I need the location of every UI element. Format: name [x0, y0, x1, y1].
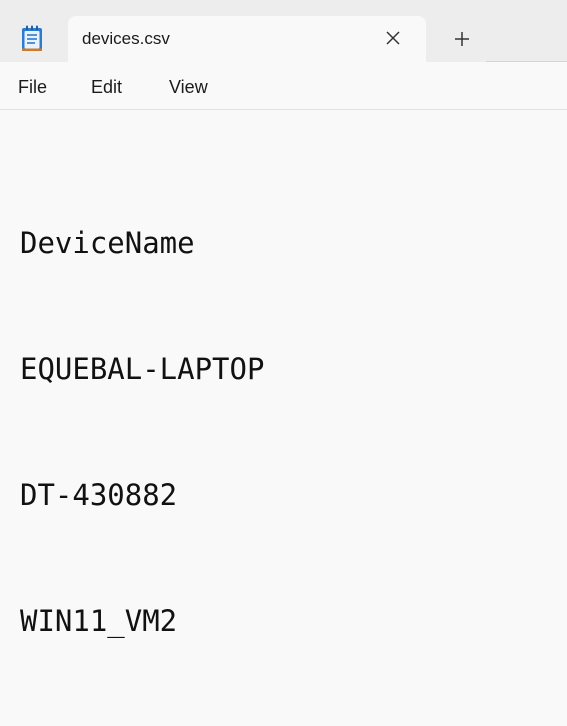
title-bar: devices.csv: [0, 0, 567, 62]
text-editor[interactable]: DeviceName EQUEBAL-LAPTOP DT-430882 WIN1…: [0, 110, 567, 638]
menu-file[interactable]: File: [18, 77, 47, 97]
editor-line: WIN11_VM2: [20, 604, 178, 638]
menu-bar: File Edit View: [0, 62, 567, 110]
tab-devices-csv[interactable]: devices.csv: [68, 16, 426, 62]
close-icon[interactable]: [381, 26, 405, 50]
menu-view[interactable]: View: [169, 77, 208, 97]
editor-line: DT-430882: [20, 478, 178, 512]
editor-line: DeviceName: [20, 226, 195, 260]
tab-title: devices.csv: [82, 29, 170, 48]
menu-edit[interactable]: Edit: [91, 77, 122, 97]
editor-content: DeviceName EQUEBAL-LAPTOP DT-430882 WIN1…: [20, 138, 264, 726]
notepad-icon: [19, 24, 45, 52]
plus-icon[interactable]: [446, 26, 478, 54]
editor-line: EQUEBAL-LAPTOP: [20, 352, 265, 386]
